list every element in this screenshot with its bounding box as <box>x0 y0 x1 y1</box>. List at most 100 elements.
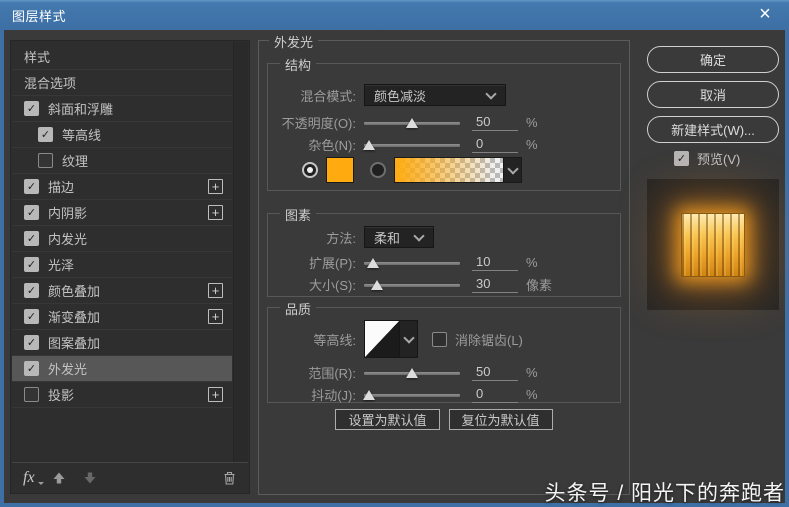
add-effect-icon[interactable]: + <box>208 387 223 402</box>
opacity-label: 不透明度(O): <box>281 116 356 131</box>
chevron-down-icon <box>414 232 424 242</box>
slider-track <box>364 143 460 147</box>
preview-checkbox[interactable]: ✓ <box>674 151 689 166</box>
noise-unit: % <box>526 137 538 152</box>
sidebar-item-color-overlay[interactable]: ✓ 颜色叠加 + <box>12 278 232 304</box>
checked-checkbox-satin[interactable]: ✓ <box>24 257 39 272</box>
structure-legend: 结构 <box>280 55 317 74</box>
slider-thumb[interactable] <box>362 389 375 400</box>
make-default-button[interactable]: 设置为默认值 <box>335 409 440 430</box>
slider-thumb[interactable] <box>362 139 375 150</box>
slider-thumb[interactable] <box>366 257 379 268</box>
cancel-button[interactable]: 取消 <box>647 81 779 108</box>
jitter-slider[interactable] <box>362 387 460 403</box>
sidebar-item-label: 描边 <box>48 180 75 195</box>
slider-thumb[interactable] <box>371 279 384 290</box>
slider-track <box>364 393 460 397</box>
sidebar-item-label: 等高线 <box>62 128 102 143</box>
spread-unit: % <box>526 255 538 270</box>
add-effect-icon[interactable]: + <box>208 283 223 298</box>
arrow-up-icon <box>53 472 65 483</box>
sidebar-item-label: 内阴影 <box>48 206 88 221</box>
slider-thumb[interactable] <box>406 117 418 128</box>
sidebar-item-outer-glow[interactable]: ✓ 外发光 <box>12 356 232 382</box>
sidebar-item-label: 内发光 <box>48 232 88 247</box>
add-effect-icon[interactable]: + <box>208 205 223 220</box>
sidebar-item-drop-shadow[interactable]: 投影 + <box>12 382 232 408</box>
noise-slider[interactable] <box>362 137 460 153</box>
gradient-dropdown-button[interactable] <box>503 158 521 182</box>
opacity-input[interactable]: 50 <box>472 114 518 131</box>
close-icon[interactable]: × <box>743 0 787 29</box>
checked-checkbox-contour[interactable]: ✓ <box>38 127 53 142</box>
technique-select[interactable]: 柔和 <box>364 226 434 248</box>
size-input[interactable]: 30 <box>472 276 518 293</box>
size-unit: 像素 <box>526 278 553 293</box>
solid-color-radio[interactable] <box>302 162 318 178</box>
jitter-input[interactable]: 0 <box>472 386 518 403</box>
sidebar-item-label: 斜面和浮雕 <box>48 102 114 117</box>
antialias-label: 消除锯齿(L) <box>455 332 523 348</box>
ok-button[interactable]: 确定 <box>647 46 779 73</box>
sidebar-scrollbar[interactable] <box>233 42 248 462</box>
opacity-slider[interactable] <box>364 115 460 131</box>
reset-default-button[interactable]: 复位为默认值 <box>448 409 553 430</box>
sidebar-item-bevel-emboss[interactable]: ✓ 斜面和浮雕 <box>12 96 232 122</box>
blend-mode-select[interactable]: 颜色减淡 <box>364 84 506 106</box>
range-label: 范围(R): <box>308 366 356 381</box>
add-effect-icon[interactable]: + <box>208 179 223 194</box>
checked-checkbox-inner-shadow[interactable]: ✓ <box>24 205 39 220</box>
unchecked-checkbox-drop-shadow[interactable] <box>24 387 39 402</box>
sidebar-item-satin[interactable]: ✓ 光泽 <box>12 252 232 278</box>
move-down-button[interactable] <box>83 471 97 485</box>
sidebar-item-texture[interactable]: 纹理 <box>12 148 232 174</box>
range-unit: % <box>526 365 538 380</box>
checked-checkbox-stroke[interactable]: ✓ <box>24 179 39 194</box>
sidebar-item-contour[interactable]: ✓ 等高线 <box>12 122 232 148</box>
noise-input[interactable]: 0 <box>472 136 518 153</box>
contour-thumbnail[interactable] <box>365 321 400 357</box>
sidebar-item-blending-options[interactable]: 混合选项 <box>12 70 232 96</box>
spread-input[interactable]: 10 <box>472 254 518 271</box>
fx-menu-button[interactable]: fx <box>23 469 43 487</box>
sidebar-item-styles[interactable]: 样式 <box>12 44 232 70</box>
unchecked-checkbox-texture[interactable] <box>38 153 53 168</box>
sidebar-item-stroke[interactable]: ✓ 描边 + <box>12 174 232 200</box>
range-input[interactable]: 50 <box>472 364 518 381</box>
checked-checkbox-pattern-overlay[interactable]: ✓ <box>24 335 39 350</box>
delete-effect-button[interactable] <box>222 470 237 486</box>
page-title: 图层样式 <box>12 8 67 24</box>
sidebar-item-inner-glow[interactable]: ✓ 内发光 <box>12 226 232 252</box>
checked-checkbox-inner-glow[interactable]: ✓ <box>24 231 39 246</box>
sidebar-item-pattern-overlay[interactable]: ✓ 图案叠加 <box>12 330 232 356</box>
panel-title: 外发光 <box>269 32 319 51</box>
new-style-button[interactable]: 新建样式(W)... <box>647 116 779 143</box>
glow-color-swatch[interactable] <box>326 157 354 183</box>
size-slider[interactable] <box>364 277 460 293</box>
checked-checkbox-bevel-emboss[interactable]: ✓ <box>24 101 39 116</box>
gradient-bar[interactable] <box>395 158 503 182</box>
watermark-text: 头条号 / 阳光下的奔跑者 <box>544 482 785 505</box>
jitter-unit: % <box>526 387 538 402</box>
contour-picker[interactable] <box>364 320 418 358</box>
technique-label: 方法: <box>326 230 356 246</box>
titlebar[interactable]: 图层样式 × <box>0 0 789 30</box>
sidebar-item-label: 纹理 <box>62 154 89 169</box>
checked-checkbox-outer-glow[interactable]: ✓ <box>24 361 39 376</box>
move-up-button[interactable] <box>52 471 66 485</box>
gradient-radio[interactable] <box>370 162 386 178</box>
checked-checkbox-color-overlay[interactable]: ✓ <box>24 283 39 298</box>
slider-thumb[interactable] <box>406 367 418 378</box>
checked-checkbox-gradient-overlay[interactable]: ✓ <box>24 309 39 324</box>
contour-dropdown-button[interactable] <box>399 321 417 357</box>
spread-slider[interactable] <box>364 255 460 271</box>
sidebar-item-inner-shadow[interactable]: ✓ 内阴影 + <box>12 200 232 226</box>
preview-label: 预览(V) <box>697 152 741 167</box>
add-effect-icon[interactable]: + <box>208 309 223 324</box>
blend-mode-label: 混合模式: <box>300 88 356 104</box>
gradient-picker[interactable] <box>394 157 522 183</box>
sidebar-item-gradient-overlay[interactable]: ✓ 渐变叠加 + <box>12 304 232 330</box>
range-slider[interactable] <box>364 365 460 381</box>
layer-style-dialog: 图层样式 × 样式 混合选项 ✓ 斜面和浮雕 ✓ 等高线纹理 ✓ 描边 + ✓ 内阴影 + ✓ 内发光 ✓ 光… <box>0 0 789 507</box>
antialias-checkbox[interactable] <box>432 331 447 347</box>
